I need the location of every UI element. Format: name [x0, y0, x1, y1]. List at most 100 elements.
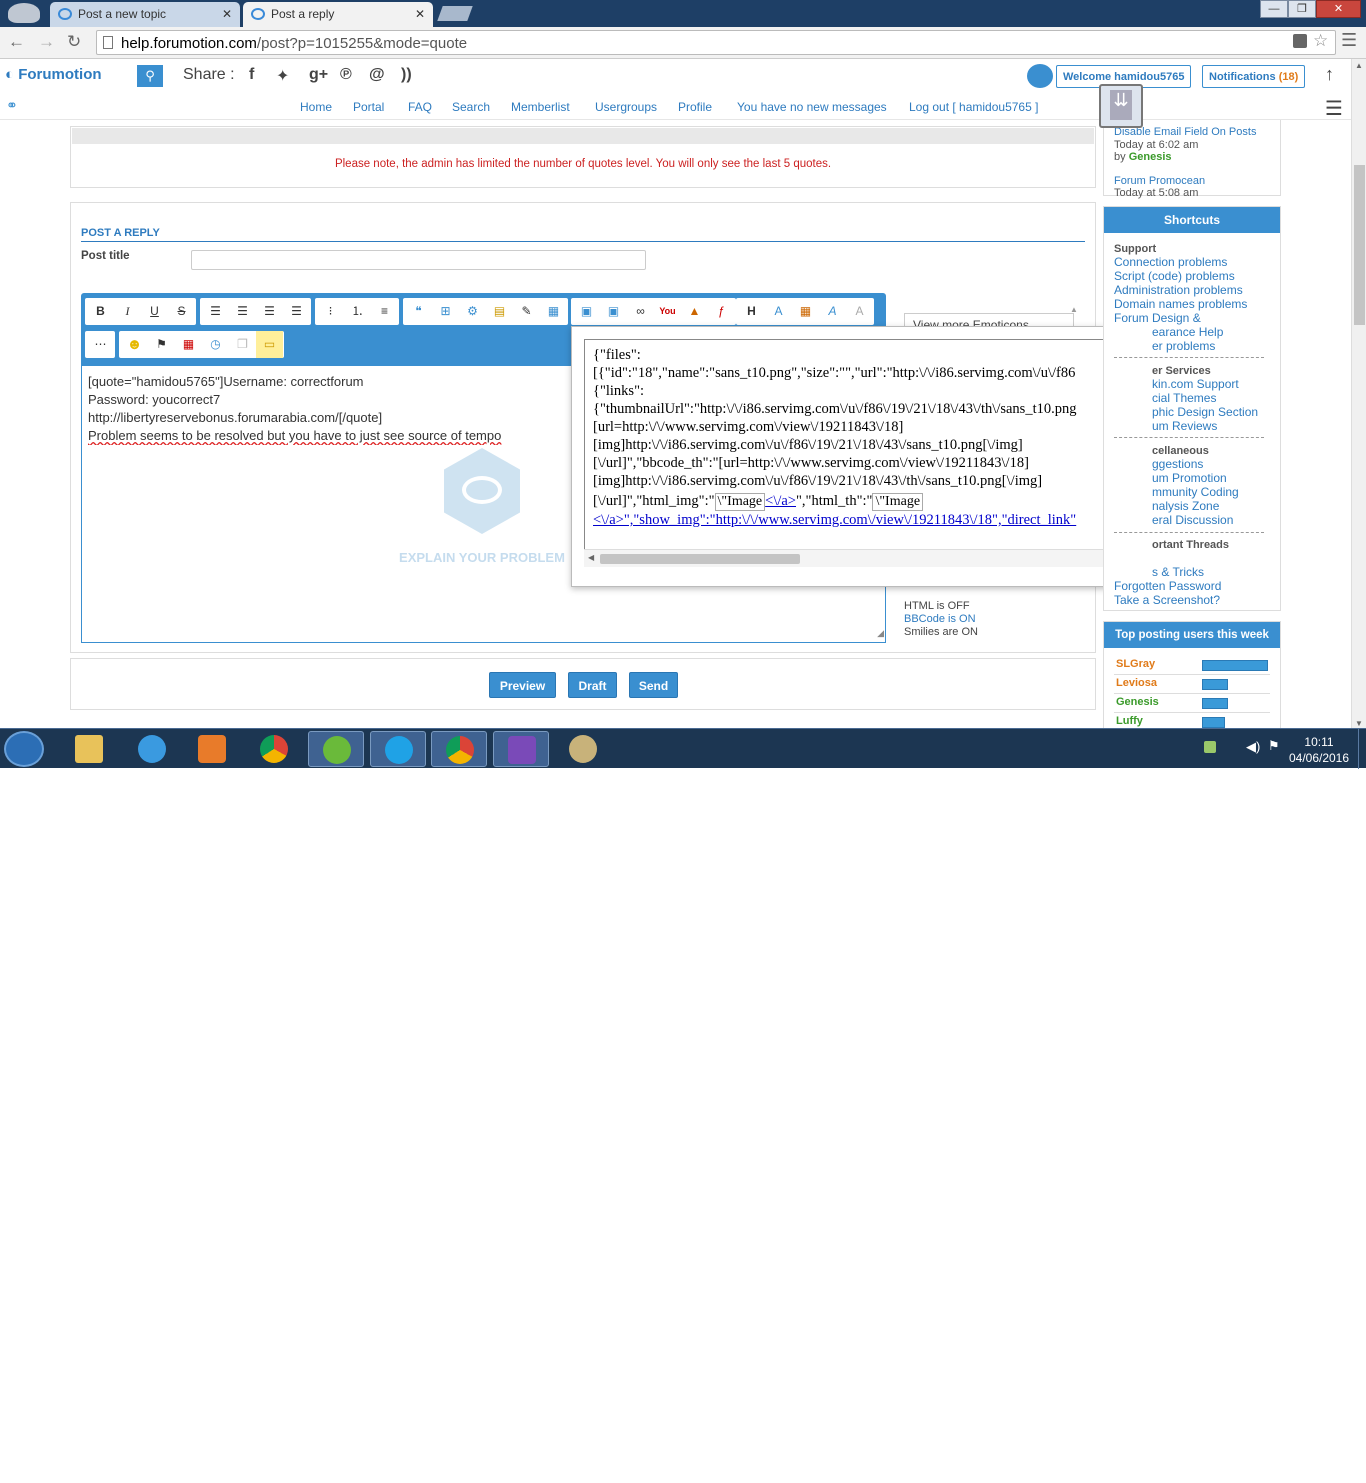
page-scroll-thumb[interactable]: [1354, 165, 1365, 325]
taskbar-ie[interactable]: [124, 731, 180, 767]
close-tab-icon[interactable]: ✕: [222, 7, 232, 21]
chat-icon[interactable]: [1027, 64, 1053, 88]
scroll-up-arrow-icon[interactable]: ▲: [1070, 305, 1078, 314]
nav-logout[interactable]: Log out [ hamidou5765 ]: [909, 100, 1038, 114]
language-indicator[interactable]: FR: [1150, 1469, 1166, 1483]
font-family-icon[interactable]: A: [819, 298, 846, 325]
hide-icon[interactable]: ▤: [486, 298, 513, 325]
response-link[interactable]: <\/a>","show_img":"http:\/\/www.servimg.…: [593, 512, 1076, 528]
taskbar-utorrent[interactable]: [308, 731, 364, 767]
link-icon[interactable]: ⚭: [6, 97, 18, 114]
code-icon[interactable]: ⊞: [432, 298, 459, 325]
nav-faq[interactable]: FAQ: [408, 100, 432, 114]
shortcut-link[interactable]: Script (code) problems: [1114, 269, 1235, 283]
paste-icon[interactable]: ▭: [256, 331, 283, 358]
shortcut-link[interactable]: eral Discussion: [1152, 513, 1233, 527]
shortcut-link[interactable]: cial Themes: [1152, 391, 1216, 405]
quote-icon[interactable]: ❝: [405, 298, 432, 325]
taskbar-chrome[interactable]: [246, 731, 302, 767]
maximize-button[interactable]: ❐: [1288, 0, 1316, 18]
heading-icon[interactable]: H: [738, 298, 765, 325]
start-button[interactable]: [4, 731, 44, 767]
youtube-icon[interactable]: You: [654, 298, 681, 325]
shortcut-link[interactable]: earance Help: [1152, 325, 1223, 339]
preview-button[interactable]: Preview: [489, 672, 556, 698]
url-icon[interactable]: ∞: [627, 298, 654, 325]
underline-icon[interactable]: U: [141, 298, 168, 325]
shortcut-link[interactable]: Connection problems: [1114, 255, 1227, 269]
system-clock[interactable]: 10:11 04/06/2016: [1282, 734, 1356, 766]
align-center-icon[interactable]: ☰: [229, 298, 256, 325]
shortcut-link[interactable]: s & Tricks: [1152, 565, 1204, 579]
scroll-top-arrow-icon[interactable]: ↑: [1325, 64, 1334, 85]
shortcut-link[interactable]: um Promotion: [1152, 471, 1227, 485]
shortcut-link[interactable]: um Reviews: [1152, 419, 1217, 433]
flag-icon[interactable]: ⚑: [148, 331, 175, 358]
shortcut-link[interactable]: Domain names problems: [1114, 297, 1247, 311]
reload-icon[interactable]: ↻: [67, 32, 81, 52]
strikethrough-icon[interactable]: S: [168, 298, 195, 325]
nav-portal[interactable]: Portal: [353, 100, 384, 114]
nav-memberlist[interactable]: Memberlist: [511, 100, 570, 114]
numbered-list-icon[interactable]: ⒈: [344, 298, 371, 325]
page-scrollbar[interactable]: ▲ ▼: [1351, 59, 1366, 730]
draft-button[interactable]: Draft: [568, 672, 617, 698]
new-tab-button[interactable]: [437, 6, 473, 21]
spoiler-icon[interactable]: ⚙: [459, 298, 486, 325]
bookmark-star-icon[interactable]: ☆: [1313, 31, 1328, 51]
link-insert-icon[interactable]: ✎: [513, 298, 540, 325]
dailymotion-icon[interactable]: ▲: [681, 298, 708, 325]
bbcode-link[interactable]: BBCode is ON: [904, 613, 976, 625]
calendar-icon[interactable]: ▦: [175, 331, 202, 358]
scroll-up-icon[interactable]: ▲: [1355, 61, 1363, 70]
google-plus-icon[interactable]: g+: [309, 66, 328, 84]
search-icon[interactable]: ⚲: [137, 65, 163, 87]
nav-usergroups[interactable]: Usergroups: [595, 100, 657, 114]
host-image-icon[interactable]: ▣: [600, 298, 627, 325]
shortcut-link[interactable]: mmunity Coding: [1152, 485, 1239, 499]
forward-icon[interactable]: →: [38, 32, 55, 52]
shortcut-link[interactable]: ggestions: [1152, 457, 1203, 471]
tab-post-reply[interactable]: Post a reply ✕: [243, 2, 433, 27]
hamburger-menu-icon[interactable]: ☰: [1325, 96, 1343, 121]
menu-icon[interactable]: ☰: [1341, 30, 1357, 51]
shortcut-link[interactable]: kin.com Support: [1152, 377, 1239, 391]
top-user-name[interactable]: Genesis: [1116, 696, 1159, 708]
taskbar-skype[interactable]: [370, 731, 426, 767]
top-user-name[interactable]: Leviosa: [1116, 677, 1157, 689]
close-tab-icon[interactable]: ✕: [415, 7, 425, 21]
scroll-down-icon[interactable]: ▼: [1355, 719, 1363, 728]
align-left-icon[interactable]: ☰: [202, 298, 229, 325]
table-icon[interactable]: ▦: [540, 298, 567, 325]
notifications-button[interactable]: Notifications (18): [1202, 65, 1306, 88]
resize-handle-icon[interactable]: ◢: [877, 624, 884, 642]
shortcut-link[interactable]: Forum Design &: [1114, 311, 1201, 325]
scroll-left-icon[interactable]: ◀: [588, 553, 594, 562]
recent-topic-link[interactable]: Forum Promocean: [1114, 175, 1205, 187]
top-user-name[interactable]: SLGray: [1116, 658, 1155, 670]
address-bar[interactable]: help.forumotion.com/post?p=1015255&mode=…: [96, 30, 1336, 55]
taskbar-visual-studio[interactable]: [493, 731, 549, 767]
close-window-button[interactable]: ✕: [1316, 0, 1361, 18]
shortcut-link[interactable]: Forgotten Password: [1114, 579, 1221, 593]
color-icon[interactable]: ▦: [792, 298, 819, 325]
top-user-name[interactable]: Luffy: [1116, 715, 1143, 727]
bold-icon[interactable]: B: [87, 298, 114, 325]
bullet-list-icon[interactable]: ⁝: [317, 298, 344, 325]
tab-post-new-topic[interactable]: Post a new topic ✕: [50, 2, 240, 27]
email-icon[interactable]: @: [369, 66, 385, 84]
shortcut-link[interactable]: Take a Screenshot?: [1114, 593, 1220, 607]
copy-icon[interactable]: ❐: [229, 331, 256, 358]
scroll-thumb[interactable]: [600, 554, 800, 564]
translate-icon[interactable]: [1293, 34, 1307, 48]
image-icon[interactable]: ▣: [573, 298, 600, 325]
minimize-button[interactable]: —: [1260, 0, 1288, 18]
more-options-icon[interactable]: ⋯: [87, 331, 114, 358]
facebook-icon[interactable]: f: [249, 66, 254, 84]
justify-icon[interactable]: ☰: [283, 298, 310, 325]
post-title-input[interactable]: [191, 250, 646, 270]
send-button[interactable]: Send: [629, 672, 678, 698]
date-icon[interactable]: ◷: [202, 331, 229, 358]
shortcut-link[interactable]: nalysis Zone: [1152, 499, 1219, 513]
scroll-up-button[interactable]: ⇊: [1099, 84, 1143, 128]
